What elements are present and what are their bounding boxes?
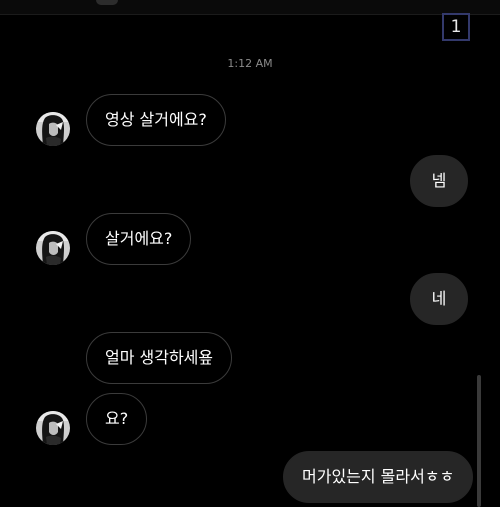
outgoing-message-bubble[interactable]: 넴 — [410, 155, 468, 207]
contact-avatar-icon[interactable] — [36, 231, 70, 265]
chat-screen: 1 1:12 AM 영상 살거에요? 넴 살거에요? 네 얼마 생각하세욮 요?… — [0, 0, 500, 507]
incoming-message-bubble[interactable]: 얼마 생각하세욮 — [86, 332, 233, 384]
incoming-message-bubble[interactable]: 살거에요? — [86, 213, 192, 265]
top-bar — [0, 0, 500, 15]
top-bar-handle — [96, 0, 118, 5]
chat-scrollbar[interactable] — [477, 375, 481, 507]
outgoing-message-bubble[interactable]: 네 — [410, 273, 468, 325]
incoming-message-bubble[interactable]: 영상 살거에요? — [86, 94, 226, 146]
contact-avatar-icon[interactable] — [36, 112, 70, 146]
message-timestamp: 1:12 AM — [227, 57, 273, 70]
outgoing-message-bubble[interactable]: 머가있는지 몰라서ㅎㅎ — [283, 451, 474, 503]
incoming-message-bubble[interactable]: 요? — [86, 393, 148, 445]
contact-avatar-icon[interactable] — [36, 411, 70, 445]
unread-count-badge[interactable]: 1 — [442, 13, 470, 41]
